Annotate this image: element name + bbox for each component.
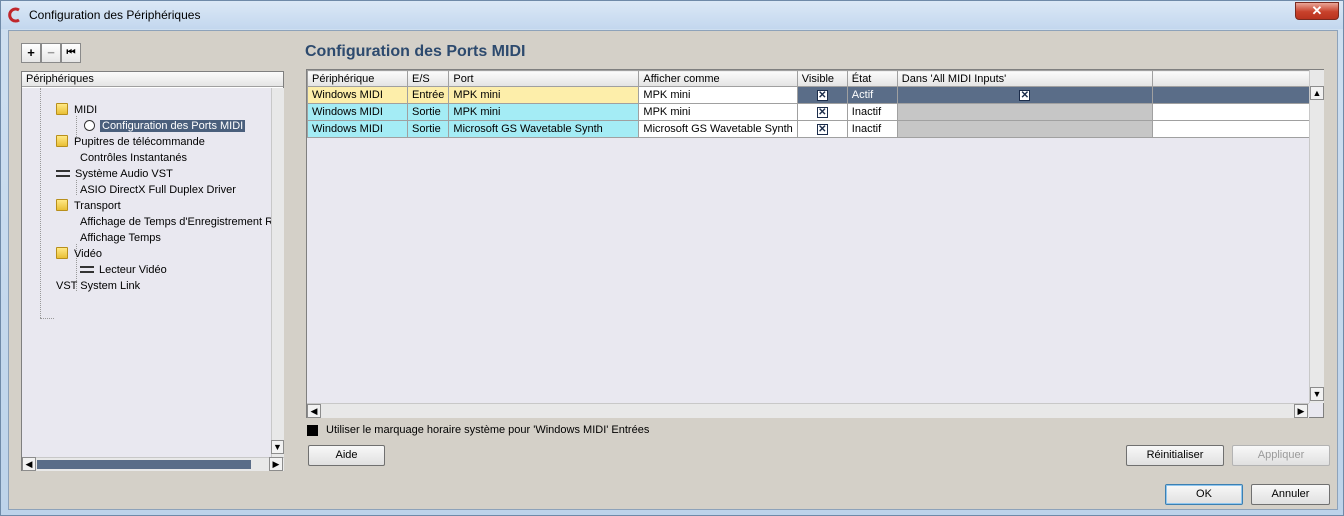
reset-device-button[interactable]: ⏮: [61, 43, 81, 63]
folder-icon: [56, 247, 68, 259]
clock-icon: [84, 120, 95, 131]
help-button[interactable]: Aide: [308, 445, 385, 466]
column-header-all-midi-inputs[interactable]: Dans 'All MIDI Inputs': [896, 70, 1153, 87]
cell-empty: [1151, 86, 1320, 104]
cell-display-as[interactable]: MPK mini: [638, 103, 798, 121]
visible-checkbox[interactable]: ✕: [816, 107, 828, 118]
visible-checkbox[interactable]: ✕: [816, 124, 828, 135]
cell-port: MPK mini: [448, 86, 640, 104]
remove-device-button[interactable]: −: [41, 43, 61, 63]
cell-state: Actif: [846, 86, 898, 104]
tree-item-video[interactable]: Vidéo: [56, 246, 102, 262]
cancel-button[interactable]: Annuler: [1251, 484, 1330, 505]
table-row[interactable]: Windows MIDI Sortie MPK mini MPK mini ✕ …: [307, 103, 1320, 121]
cubase-app-icon: [8, 7, 20, 23]
cell-io: Sortie: [406, 103, 450, 121]
cell-visible: ✕: [796, 120, 848, 138]
grid-horizontal-scrollbar[interactable]: ◀ ▶: [307, 403, 1309, 418]
cell-state: Inactif: [846, 120, 898, 138]
ports-grid: Périphérique E/S Port Afficher comme Vis…: [307, 70, 1320, 138]
midi-ports-table: Périphérique E/S Port Afficher comme Vis…: [306, 69, 1324, 418]
tree-horizontal-scrollbar[interactable]: ◀ ▶: [22, 457, 284, 471]
tree-item-time-display[interactable]: Affichage Temps: [80, 230, 161, 246]
ok-button[interactable]: OK: [1165, 484, 1243, 505]
add-device-button[interactable]: +: [21, 43, 41, 63]
system-timestamp-label: Utiliser le marquage horaire système pou…: [326, 424, 650, 436]
column-header-empty: [1151, 70, 1320, 87]
cell-port: Microsoft GS Wavetable Synth: [448, 120, 640, 138]
table-row[interactable]: Windows MIDI Sortie Microsoft GS Wavetab…: [307, 120, 1320, 138]
all-midi-inputs-checkbox[interactable]: ✕: [1019, 90, 1031, 101]
grid-vertical-scrollbar[interactable]: ▲ ▼: [1309, 70, 1324, 403]
cell-port: MPK mini: [448, 103, 640, 121]
folder-icon: [56, 103, 68, 115]
scroll-right-arrow[interactable]: ▶: [269, 457, 283, 471]
scroll-down-arrow[interactable]: ▼: [271, 440, 284, 454]
cell-io: Entrée: [406, 86, 450, 104]
cell-io: Sortie: [406, 120, 450, 138]
title-bar: Configuration des Périphériques ✕: [1, 1, 1343, 29]
dialog-client-area: + − ⏮ Configuration des Ports MIDI Périp…: [8, 30, 1338, 510]
tree-item-transport[interactable]: Transport: [56, 198, 121, 214]
scroll-thumb[interactable]: [37, 460, 251, 469]
cell-display-as[interactable]: Microsoft GS Wavetable Synth: [638, 120, 798, 138]
cell-display-as[interactable]: MPK mini: [638, 86, 798, 104]
table-header-row: Périphérique E/S Port Afficher comme Vis…: [307, 70, 1320, 87]
column-header-io[interactable]: E/S: [406, 70, 450, 87]
tree-item-asio-driver[interactable]: ASIO DirectX Full Duplex Driver: [80, 182, 236, 198]
tree-body: MIDI Configuration des Ports MIDI Pupitr…: [22, 88, 271, 457]
apply-button[interactable]: Appliquer: [1232, 445, 1330, 466]
cell-device: Windows MIDI: [307, 103, 408, 121]
cell-visible: ✕: [796, 103, 848, 121]
tree-item-record-time-max[interactable]: Affichage de Temps d'Enregistrement Rest: [80, 214, 271, 230]
column-header-visible[interactable]: Visible: [796, 70, 848, 87]
column-header-device[interactable]: Périphérique: [307, 70, 408, 87]
device-tree: Périphériques MIDI Configuration des Por…: [21, 71, 284, 471]
scroll-right-arrow[interactable]: ▶: [1294, 404, 1308, 418]
cell-all-midi-inputs: ✕: [896, 86, 1153, 104]
column-header-state[interactable]: État: [846, 70, 898, 87]
folder-icon: [56, 135, 68, 147]
cell-all-midi-inputs: [896, 120, 1153, 138]
video-player-icon: [80, 266, 94, 273]
reset-button[interactable]: Réinitialiser: [1126, 445, 1224, 466]
cell-device: Windows MIDI: [307, 120, 408, 138]
tree-item-remote-devices[interactable]: Pupitres de télécommande: [56, 134, 205, 150]
cell-empty: [1151, 103, 1320, 121]
column-header-port[interactable]: Port: [448, 70, 640, 87]
device-setup-window: Configuration des Périphériques ✕ + − ⏮ …: [0, 0, 1344, 516]
cell-device: Windows MIDI: [307, 86, 408, 104]
table-row[interactable]: Windows MIDI Entrée MPK mini MPK mini ✕ …: [307, 86, 1320, 104]
close-button[interactable]: ✕: [1295, 2, 1339, 20]
tree-vertical-scrollbar[interactable]: ▼: [271, 88, 284, 457]
tree-item-video-player[interactable]: Lecteur Vidéo: [80, 262, 167, 278]
tree-item-midi[interactable]: MIDI: [56, 102, 97, 118]
scroll-down-arrow[interactable]: ▼: [1310, 387, 1324, 401]
system-timestamp-checkbox[interactable]: [307, 425, 318, 436]
tree-item-quick-controls[interactable]: Contrôles Instantanés: [80, 150, 187, 166]
column-header-display-as[interactable]: Afficher comme: [638, 70, 798, 87]
audio-connector-icon: [56, 170, 70, 177]
cell-state: Inactif: [846, 103, 898, 121]
page-title: Configuration des Ports MIDI: [305, 43, 526, 60]
scroll-up-arrow[interactable]: ▲: [1310, 86, 1324, 100]
folder-icon: [56, 199, 68, 211]
cell-empty: [1151, 120, 1320, 138]
visible-checkbox[interactable]: ✕: [816, 90, 828, 101]
tree-item-vst-audio-system[interactable]: Système Audio VST: [56, 166, 173, 182]
window-title: Configuration des Périphériques: [29, 8, 201, 22]
scroll-left-arrow[interactable]: ◀: [22, 457, 36, 471]
scroll-left-arrow[interactable]: ◀: [307, 404, 321, 418]
cell-all-midi-inputs: [896, 103, 1153, 121]
tree-header: Périphériques: [22, 72, 283, 87]
tree-item-midi-port-setup[interactable]: Configuration des Ports MIDI: [84, 118, 246, 134]
tree-item-vst-system-link[interactable]: VST System Link: [56, 278, 140, 294]
cell-visible: ✕: [796, 86, 848, 104]
